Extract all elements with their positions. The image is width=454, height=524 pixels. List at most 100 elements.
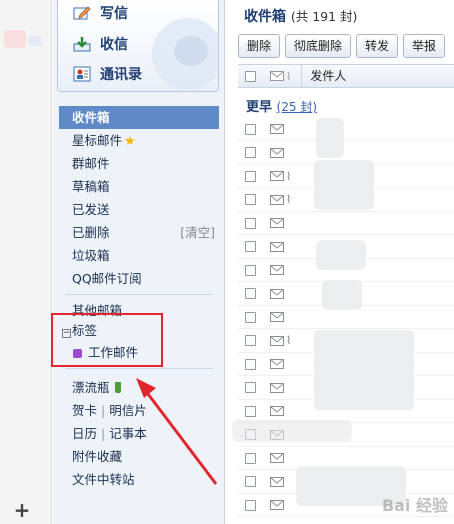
folder-label: 已发送	[72, 202, 110, 217]
main-panel: 收件箱 (共 191 封) 删除 彻底删除 转发 举报 ⌇ 发件人 更早 (25…	[226, 0, 454, 524]
blurred-content	[316, 240, 366, 270]
envelope-icon	[270, 171, 284, 181]
folder-label: QQ邮件订阅	[72, 271, 142, 286]
blurred-content	[314, 330, 414, 410]
quick-actions-panel: 写信 收信 通讯录	[57, 0, 219, 92]
paperclip-icon: ⌇	[286, 69, 292, 83]
mail-checkbox[interactable]	[245, 170, 256, 182]
group-title-label: 更早	[246, 100, 273, 115]
folder-label: 草稿箱	[72, 179, 110, 194]
clear-trash-link[interactable]: [清空]	[180, 221, 215, 244]
mail-checkbox[interactable]	[245, 123, 256, 135]
divider	[65, 294, 213, 295]
app-strip: +	[0, 0, 52, 524]
mail-row[interactable]	[238, 212, 454, 235]
envelope-icon	[270, 382, 284, 393]
star-icon: ★	[124, 134, 136, 149]
attachment-icon: ⌇	[286, 334, 292, 347]
folder-group[interactable]: 群邮件	[59, 152, 219, 175]
mail-checkbox[interactable]	[245, 382, 256, 393]
attachment-icon: ⌇	[286, 193, 292, 206]
list-header: ⌇ 发件人	[238, 64, 454, 88]
blurred-content	[28, 36, 42, 46]
folder-label: 垃圾箱	[72, 248, 110, 263]
forward-button[interactable]: 转发	[356, 34, 399, 58]
report-button[interactable]: 举报	[403, 34, 446, 58]
delete-permanently-button[interactable]: 彻底删除	[285, 34, 352, 58]
envelope-icon	[270, 359, 284, 369]
toolbar: 删除 彻底删除 转发 举报	[238, 34, 454, 60]
add-icon[interactable]: +	[12, 500, 32, 520]
divider: |	[101, 426, 106, 441]
mail-checkbox[interactable]	[245, 264, 256, 276]
mail-checkbox[interactable]	[245, 217, 256, 229]
mail-checkbox[interactable]	[245, 405, 256, 417]
mail-count: (共 191 封)	[290, 9, 358, 24]
envelope-icon	[270, 147, 284, 158]
page-title: 收件箱 (共 191 封)	[244, 6, 357, 26]
envelope-icon	[270, 288, 284, 299]
folder-subscriptions[interactable]: QQ邮件订阅	[59, 267, 219, 290]
blurred-content	[4, 30, 26, 48]
folder-list: 收件箱 星标邮件 ★ 群邮件 草稿箱 已发送 已删除 [清空] 垃圾箱 QQ邮件订阅…	[59, 106, 219, 322]
delete-button[interactable]: 删除	[238, 34, 281, 58]
envelope-icon	[270, 265, 284, 275]
group-heading: 更早 (25 封)	[246, 96, 317, 115]
mail-checkbox[interactable]	[245, 335, 256, 346]
inbox-download-icon	[72, 35, 92, 53]
select-all-checkbox[interactable]	[245, 70, 256, 82]
mail-checkbox[interactable]	[245, 147, 256, 158]
mail-checkbox[interactable]	[245, 499, 256, 511]
envelope-icon	[270, 453, 284, 463]
sender-column-header[interactable]: 发件人	[301, 64, 346, 88]
divider	[65, 368, 213, 369]
folder-starred[interactable]: 星标邮件 ★	[59, 129, 219, 152]
blurred-content	[316, 118, 344, 158]
mail-row[interactable]	[238, 118, 454, 141]
write-button[interactable]: 写信	[72, 2, 128, 24]
mail-checkbox[interactable]	[245, 288, 256, 299]
address-book-icon	[72, 65, 92, 83]
contacts-label: 通讯录	[100, 67, 142, 83]
highlight-box	[51, 313, 163, 367]
envelope-icon	[270, 406, 284, 416]
extra-label: 漂流瓶	[72, 380, 110, 395]
blurred-content	[232, 420, 352, 442]
envelope-icon	[270, 194, 284, 205]
pencil-icon	[72, 4, 92, 22]
envelope-icon	[270, 500, 284, 510]
receive-label: 收信	[100, 37, 128, 53]
header-icons: ⌇	[270, 70, 291, 83]
mail-checkbox[interactable]	[245, 452, 256, 464]
folder-drafts[interactable]: 草稿箱	[59, 175, 219, 198]
mail-checkbox[interactable]	[245, 194, 256, 205]
envelope-icon	[270, 476, 284, 487]
envelope-icon	[270, 312, 284, 322]
mail-checkbox[interactable]	[245, 476, 256, 487]
folder-label: 已删除	[72, 225, 110, 240]
envelope-icon	[270, 335, 284, 346]
envelope-icon	[270, 218, 284, 228]
greeting-card-link[interactable]: 贺卡	[72, 403, 97, 418]
watermark: Bai 经验	[381, 496, 448, 515]
folder-inbox[interactable]: 收件箱	[59, 106, 219, 129]
calendar-link[interactable]: 日历	[72, 426, 97, 441]
folder-junk[interactable]: 垃圾箱	[59, 244, 219, 267]
inbox-title-label: 收件箱	[244, 9, 286, 25]
folder-label: 收件箱	[72, 110, 110, 125]
folder-deleted[interactable]: 已删除 [清空]	[59, 221, 219, 244]
mail-checkbox[interactable]	[245, 358, 256, 370]
write-label: 写信	[100, 6, 128, 22]
receive-button[interactable]: 收信	[72, 33, 128, 55]
mail-checkbox[interactable]	[245, 241, 256, 252]
group-count-link[interactable]: (25 封)	[277, 100, 317, 114]
mail-checkbox[interactable]	[245, 311, 256, 323]
qq-mascot-decoration	[174, 36, 208, 66]
annotation-arrow	[136, 378, 218, 485]
blurred-content	[314, 160, 374, 210]
envelope-icon	[270, 71, 284, 81]
blurred-content	[322, 280, 362, 310]
folder-label: 星标邮件	[72, 133, 123, 148]
folder-sent[interactable]: 已发送	[59, 198, 219, 221]
contacts-button[interactable]: 通讯录	[72, 63, 142, 85]
